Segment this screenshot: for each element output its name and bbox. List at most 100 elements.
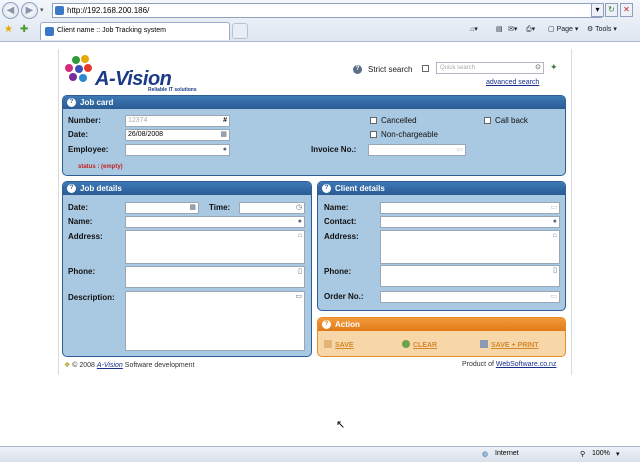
person-icon[interactable]: ● [223, 146, 227, 154]
add-favorites-icon[interactable]: ✚ [20, 24, 28, 35]
settings-icon[interactable]: ✦ [550, 62, 558, 73]
strict-search-checkbox[interactable] [422, 65, 429, 72]
client-details-header: ? Client details [318, 182, 565, 195]
invoice-label: Invoice No.: [311, 145, 357, 154]
tab-title: Client name :: Job Tracking system [57, 27, 166, 34]
mouse-cursor-icon: ↖ [336, 419, 346, 431]
client-name-label: Name: [324, 203, 349, 212]
date-value: 26/08/2008 [128, 131, 164, 138]
logo-tagline: Reliable IT solutions [148, 87, 197, 93]
quick-search-placeholder: Quick search [440, 65, 476, 71]
browser-status-bar: ◍ Internet ⚲ 100% ▾ [0, 446, 640, 462]
mail-icon[interactable]: ✉▾ [508, 24, 517, 36]
strict-search-label: Strict search [368, 65, 413, 74]
job-house-icon[interactable]: ⌂ [298, 232, 302, 240]
call-back-checkbox[interactable] [484, 117, 491, 124]
cancelled-checkbox[interactable] [370, 117, 377, 124]
stop-icon[interactable]: ✕ [620, 3, 633, 17]
browser-tab[interactable]: Client name :: Job Tracking system [40, 22, 230, 40]
number-input[interactable]: 12374 # [125, 115, 230, 127]
client-contact-input[interactable]: ● [380, 216, 560, 228]
home-icon[interactable]: ⌂▾ [470, 24, 478, 36]
job-card-help-icon[interactable]: ? [67, 98, 76, 107]
job-card-header: ? Job card [63, 96, 565, 109]
tools-menu-label: Tools [595, 26, 612, 33]
status-text: status : (empty) [78, 164, 123, 170]
quick-search-input[interactable]: Quick search ⊙ [436, 62, 544, 74]
clear-icon [402, 340, 410, 348]
job-date-label: Date: [68, 203, 89, 212]
address-url: http://192.168.200.186/ [67, 6, 150, 15]
employee-label: Employee: [68, 145, 109, 154]
action-header: ? Action [318, 318, 565, 331]
action-help-icon[interactable]: ? [322, 320, 331, 329]
non-chargeable-checkbox[interactable] [370, 131, 377, 138]
client-address-input[interactable]: ⌂ [380, 230, 560, 264]
new-tab-button[interactable] [232, 23, 248, 39]
zoom-level[interactable]: 100% [592, 450, 610, 457]
job-calendar-icon[interactable]: ▦ [189, 204, 196, 212]
job-address-input[interactable]: ⌂ [125, 230, 305, 264]
calendar-icon[interactable]: ▦ [220, 131, 227, 139]
zoom-icon: ⚲ [580, 451, 586, 458]
employee-input[interactable]: ● [125, 144, 230, 156]
save-print-label: SAVE + PRINT [491, 342, 539, 349]
action-title: Action [335, 320, 360, 329]
feeds-icon[interactable]: ▤ [496, 24, 503, 36]
favorites-star-icon[interactable]: ★ [4, 24, 13, 35]
clock-icon[interactable]: ◷ [296, 204, 302, 212]
job-person-icon[interactable]: ● [298, 218, 302, 226]
help-icon[interactable]: ? [353, 65, 362, 74]
address-dropdown-icon[interactable]: ▾ [591, 3, 604, 17]
copyright-text: ❖ © 2008 A-Vision Software development [64, 361, 194, 369]
save-print-button[interactable]: SAVE + PRINT [480, 340, 539, 349]
client-phone-icon[interactable]: ▯ [553, 267, 557, 275]
clear-label: CLEAR [413, 342, 438, 349]
websoftware-link[interactable]: WebSoftware.co.nz [496, 361, 557, 368]
refresh-icon[interactable]: ↻ [605, 3, 618, 17]
history-dropdown-icon[interactable]: ▾ [40, 6, 44, 14]
company-link[interactable]: A-Vision [97, 362, 123, 369]
cancelled-label: Cancelled [381, 116, 417, 125]
back-button[interactable]: ◀ [2, 2, 19, 19]
client-name-input[interactable]: ▭ [380, 202, 560, 214]
save-label: SAVE [335, 342, 354, 349]
job-card-title: Job card [80, 98, 114, 107]
zone-label: Internet [495, 450, 519, 457]
job-details-title: Job details [80, 184, 122, 193]
job-description-input[interactable]: ▭ [125, 291, 305, 351]
job-time-input[interactable]: ◷ [239, 202, 305, 214]
number-value: 12374 [128, 117, 148, 124]
save-icon [324, 340, 332, 348]
hash-icon: # [223, 117, 227, 124]
client-name-field-icon: ▭ [550, 204, 557, 211]
date-label: Date: [68, 130, 89, 139]
page-menu[interactable]: ▢ Page ▾ [548, 24, 578, 36]
client-order-input[interactable]: ▭ [380, 291, 560, 303]
zoom-dropdown-icon[interactable]: ▾ [616, 450, 620, 458]
job-details-header: ? Job details [63, 182, 311, 195]
job-description-label: Description: [68, 293, 115, 302]
tools-menu[interactable]: ⚙ Tools ▾ [587, 24, 617, 36]
job-date-input[interactable]: ▦ [125, 202, 199, 214]
job-phone-icon[interactable]: ▯ [298, 268, 302, 276]
date-input[interactable]: 26/08/2008 ▦ [125, 129, 230, 141]
job-details-help-icon[interactable]: ? [67, 184, 76, 193]
forward-button[interactable]: ▶ [21, 2, 38, 19]
advanced-search-link[interactable]: advanced search [486, 79, 539, 86]
job-name-input[interactable]: ● [125, 216, 305, 228]
client-phone-input[interactable]: ▯ [380, 265, 560, 287]
product-text: Product of WebSoftware.co.nz [462, 361, 556, 368]
client-house-icon[interactable]: ⌂ [553, 232, 557, 240]
client-order-field-icon: ▭ [550, 293, 557, 300]
job-time-label: Time: [209, 203, 231, 212]
save-button[interactable]: SAVE [324, 340, 354, 349]
client-details-help-icon[interactable]: ? [322, 184, 331, 193]
clear-button[interactable]: CLEAR [402, 340, 437, 349]
ie-page-icon [55, 6, 64, 15]
print-icon[interactable]: ⎙▾ [526, 24, 535, 36]
job-phone-input[interactable]: ▯ [125, 266, 305, 288]
address-bar[interactable]: http://192.168.200.186/ [52, 3, 602, 18]
client-person-icon[interactable]: ● [553, 218, 557, 226]
invoice-input[interactable]: ▭ [368, 144, 466, 156]
